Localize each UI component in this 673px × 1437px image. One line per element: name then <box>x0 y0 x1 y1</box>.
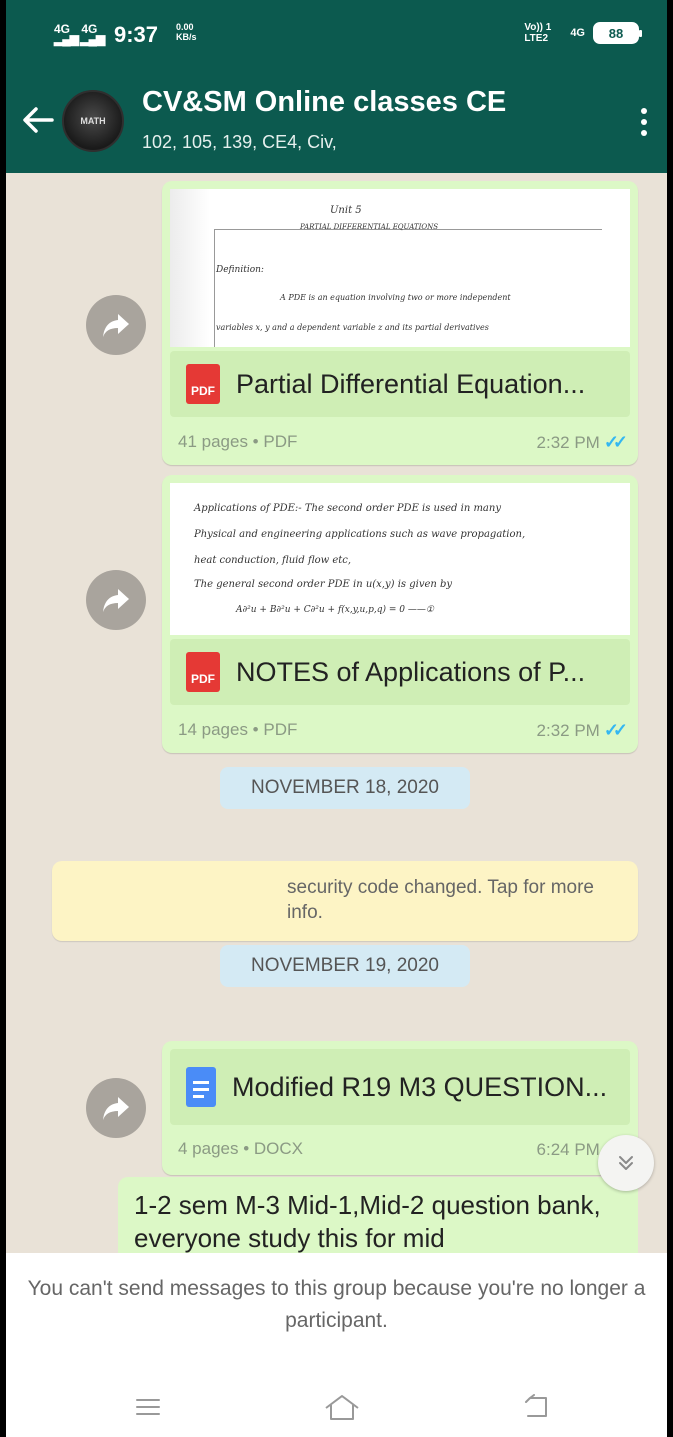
footer: You can't send messages to this group be… <box>6 1253 667 1437</box>
document-row[interactable]: Modified R19 M3 QUESTION... <box>170 1049 630 1125</box>
avatar-text: MATH <box>80 116 106 126</box>
status-bar: 4G 4G ▂▄▆ ▂▄▆ 9:37 0.00 KB/s Vo)) 1 LTE2… <box>6 0 667 70</box>
docx-icon <box>186 1067 216 1107</box>
signal-bars-icon: ▂▄▆ ▂▄▆ <box>54 32 105 46</box>
document-message[interactable]: Applications of PDE:- The second order P… <box>162 475 638 753</box>
read-ticks-icon: ✓✓ <box>603 720 628 740</box>
group-name[interactable]: CV&SM Online classes CE <box>142 86 506 119</box>
network-label: 4G <box>570 27 585 39</box>
preview-line-2: PARTIAL DIFFERENTIAL EQUATIONS <box>300 223 439 231</box>
scroll-to-bottom-button[interactable] <box>598 1135 654 1191</box>
document-name: Modified R19 M3 QUESTION... <box>232 1071 608 1102</box>
menu-icon[interactable] <box>126 1389 170 1425</box>
chat-area[interactable]: Unit 5 PARTIAL DIFFERENTIAL EQUATIONS De… <box>6 173 667 1253</box>
message-time: 2:32 PM ✓✓ <box>536 432 629 453</box>
back-arrow-icon[interactable] <box>18 100 58 140</box>
home-icon[interactable] <box>320 1389 364 1425</box>
double-chevron-down-icon <box>619 1156 633 1170</box>
battery-icon: 88 <box>593 22 642 44</box>
preview-line-3: heat conduction, fluid flow etc, <box>194 555 352 566</box>
preview-line-2: Physical and engineering applications su… <box>194 529 526 540</box>
group-members[interactable]: 102, 105, 139, CE4, Civ, <box>142 132 337 153</box>
preview-line-3: Definition: <box>216 265 264 275</box>
document-name: NOTES of Applications of P... <box>236 656 586 687</box>
preview-line-4: A PDE is an equation involving two or mo… <box>280 293 511 302</box>
clock: 9:37 <box>114 22 159 47</box>
message-time: 2:32 PM ✓✓ <box>536 720 629 741</box>
system-message-text: security code changed. Tap for more info… <box>287 877 594 923</box>
navigation-bar <box>6 1383 667 1437</box>
preview-line-1: Applications of PDE:- The second order P… <box>194 503 501 514</box>
date-separator: NOVEMBER 19, 2020 <box>220 945 470 987</box>
time-label: 6:24 PM <box>536 1139 600 1159</box>
document-message[interactable]: Unit 5 PARTIAL DIFFERENTIAL EQUATIONS De… <box>162 181 638 465</box>
document-meta: 4 pages • DOCX <box>178 1139 304 1158</box>
status-right: Vo)) 1 LTE2 4G 88 <box>524 22 642 44</box>
chat-header: MATH CV&SM Online classes CE 102, 105, 1… <box>6 70 667 173</box>
document-name: Partial Differential Equation... <box>236 368 586 399</box>
document-row[interactable]: PDF Partial Differential Equation... <box>170 351 630 417</box>
message-text: 1-2 sem M-3 Mid-1,Mid-2 question bank, e… <box>134 1190 601 1253</box>
security-code-notice[interactable]: security code changed. Tap for more info… <box>52 861 638 941</box>
date-separator: NOVEMBER 18, 2020 <box>220 767 470 809</box>
document-preview[interactable]: Applications of PDE:- The second order P… <box>170 483 630 635</box>
net-speed-value: 0.00 <box>176 22 194 32</box>
volte-label: Vo)) 1 LTE2 <box>524 22 552 44</box>
pdf-icon: PDF <box>186 364 220 404</box>
forward-icon[interactable] <box>86 1078 146 1138</box>
forward-icon[interactable] <box>86 570 146 630</box>
not-participant-message: You can't send messages to this group be… <box>27 1277 646 1332</box>
document-meta: 41 pages • PDF <box>178 432 298 451</box>
document-message[interactable]: Modified R19 M3 QUESTION... 4 pages • DO… <box>162 1041 638 1175</box>
preview-line-1: Unit 5 <box>330 205 362 216</box>
net-speed-unit: KB/s <box>176 32 197 42</box>
group-avatar[interactable]: MATH <box>62 90 124 152</box>
preview-line-5: A∂²u + B∂²u + C∂²u + f(x,y,u,p,q) = 0 ——… <box>236 605 434 615</box>
net-speed: 0.00 KB/s <box>176 22 197 42</box>
phone-screen: 4G 4G ▂▄▆ ▂▄▆ 9:37 0.00 KB/s Vo)) 1 LTE2… <box>6 0 667 1437</box>
signal-indicators: 4G 4G ▂▄▆ ▂▄▆ <box>54 23 105 46</box>
back-nav-icon[interactable] <box>514 1389 558 1425</box>
pdf-icon: PDF <box>186 652 220 692</box>
time-label: 2:32 PM <box>536 720 600 740</box>
document-row[interactable]: PDF NOTES of Applications of P... <box>170 639 630 705</box>
document-preview[interactable]: Unit 5 PARTIAL DIFFERENTIAL EQUATIONS De… <box>170 189 630 347</box>
read-ticks-icon: ✓✓ <box>603 432 628 452</box>
forward-icon[interactable] <box>86 295 146 355</box>
document-meta: 14 pages • PDF <box>178 720 298 739</box>
preview-line-5: variables x, y and a dependent variable … <box>216 323 489 332</box>
more-vert-icon[interactable] <box>637 102 651 142</box>
time-label: 2:32 PM <box>536 432 600 452</box>
battery-level: 88 <box>608 25 624 41</box>
text-message[interactable]: 1-2 sem M-3 Mid-1,Mid-2 question bank, e… <box>118 1177 638 1253</box>
preview-line-4: The general second order PDE in u(x,y) i… <box>194 579 453 590</box>
